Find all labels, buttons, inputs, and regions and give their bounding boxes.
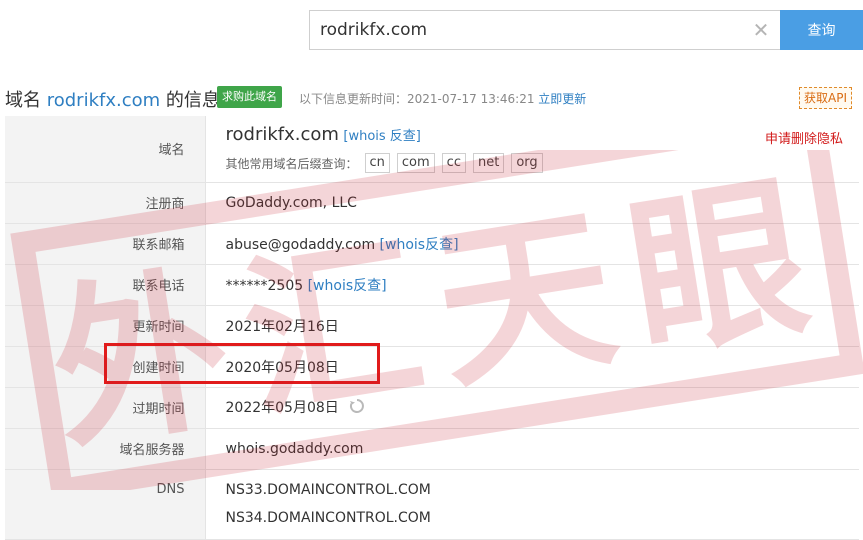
dns-value-2: NS34.DOMAINCONTROL.COM <box>225 509 431 526</box>
table-row: 创建时间 2020年05月08日 <box>5 346 859 388</box>
row-label: 域名 <box>5 116 206 183</box>
row-label: 域名服务器 <box>5 428 206 470</box>
refresh-icon[interactable] <box>349 398 365 418</box>
expires-value: 2022年05月08日 <box>225 400 339 416</box>
table-row: 域名服务器 whois.godaddy.com <box>5 428 859 470</box>
get-api-button[interactable]: 获取API <box>799 87 852 109</box>
update-time: 2021-07-17 13:46:21 <box>407 92 535 106</box>
row-label: 联系邮箱 <box>5 223 206 265</box>
suffix-org[interactable]: org <box>511 153 543 174</box>
row-label: 注册商 <box>5 182 206 224</box>
nameserver-value: whois.godaddy.com <box>205 428 859 470</box>
table-row: 联系邮箱 abuse@godaddy.com [whois反查] <box>5 223 859 265</box>
row-value: ******2505 [whois反查] <box>205 264 859 306</box>
suffix-cn[interactable]: cn <box>364 153 390 174</box>
whois-info-table: 域名 rodrikfx.com [whois 反查] 其他常用域名后缀查询： c… <box>5 116 859 540</box>
table-row: 过期时间 2022年05月08日 <box>5 387 859 429</box>
dns-value-1: NS33.DOMAINCONTROL.COM <box>225 481 431 498</box>
table-row: 联系电话 ******2505 [whois反查] <box>5 264 859 306</box>
search-bar: ✕ 查询 <box>309 10 863 50</box>
update-now-link[interactable]: 立即更新 <box>538 92 586 106</box>
row-value: rodrikfx.com [whois 反查] 其他常用域名后缀查询： cn c… <box>205 116 860 183</box>
title-row: 域名 rodrikfx.com 的信息 求购此域名 以下信息更新时间：2021-… <box>5 84 860 112</box>
table-row: 更新时间 2021年02月16日 <box>5 305 859 347</box>
search-input[interactable] <box>309 10 790 50</box>
suffix-row: 其他常用域名后缀查询： cn com cc net org <box>225 153 860 174</box>
suffix-label: 其他常用域名后缀查询： <box>225 156 358 171</box>
clear-icon[interactable]: ✕ <box>749 18 773 42</box>
phone-whois-link[interactable]: [whois反查] <box>308 278 387 294</box>
row-value: abuse@godaddy.com [whois反查] <box>205 223 859 265</box>
title-prefix: 域名 <box>5 90 41 111</box>
row-label: 更新时间 <box>5 305 206 347</box>
email-value: abuse@godaddy.com <box>225 236 376 253</box>
row-value: 2022年05月08日 <box>205 387 859 429</box>
phone-value: ******2505 <box>225 277 304 294</box>
title-domain: rodrikfx.com <box>46 90 161 111</box>
title-suffix: 的信息 <box>165 90 220 111</box>
domain-value: rodrikfx.com <box>225 124 339 146</box>
row-label: DNS <box>5 469 206 540</box>
created-value: 2020年05月08日 <box>205 346 859 388</box>
row-label: 过期时间 <box>5 387 206 429</box>
row-value: NS33.DOMAINCONTROL.COM NS34.DOMAINCONTRO… <box>205 469 859 540</box>
registrar-value: GoDaddy.com, LLC <box>205 182 859 224</box>
email-whois-link[interactable]: [whois反查] <box>380 237 459 253</box>
page-title: 域名 rodrikfx.com 的信息 <box>5 86 220 112</box>
table-row: DNS NS33.DOMAINCONTROL.COM NS34.DOMAINCO… <box>5 469 859 540</box>
buy-domain-button[interactable]: 求购此域名 <box>217 86 282 108</box>
remove-privacy-link[interactable]: 申请删除隐私 <box>765 128 843 147</box>
update-info: 以下信息更新时间：2021-07-17 13:46:21 立即更新 <box>299 90 586 107</box>
table-row: 域名 rodrikfx.com [whois 反查] 其他常用域名后缀查询： c… <box>5 116 860 183</box>
row-label: 创建时间 <box>5 346 206 388</box>
suffix-net[interactable]: net <box>472 153 505 174</box>
suffix-cc[interactable]: cc <box>441 153 466 174</box>
table-row: 注册商 GoDaddy.com, LLC <box>5 182 859 224</box>
suffix-com[interactable]: com <box>396 153 435 174</box>
row-label: 联系电话 <box>5 264 206 306</box>
update-prefix: 以下信息更新时间： <box>299 92 408 106</box>
updated-value: 2021年02月16日 <box>205 305 859 347</box>
whois-reverse-link[interactable]: [whois 反查] <box>343 129 421 144</box>
search-button[interactable]: 查询 <box>780 10 863 50</box>
